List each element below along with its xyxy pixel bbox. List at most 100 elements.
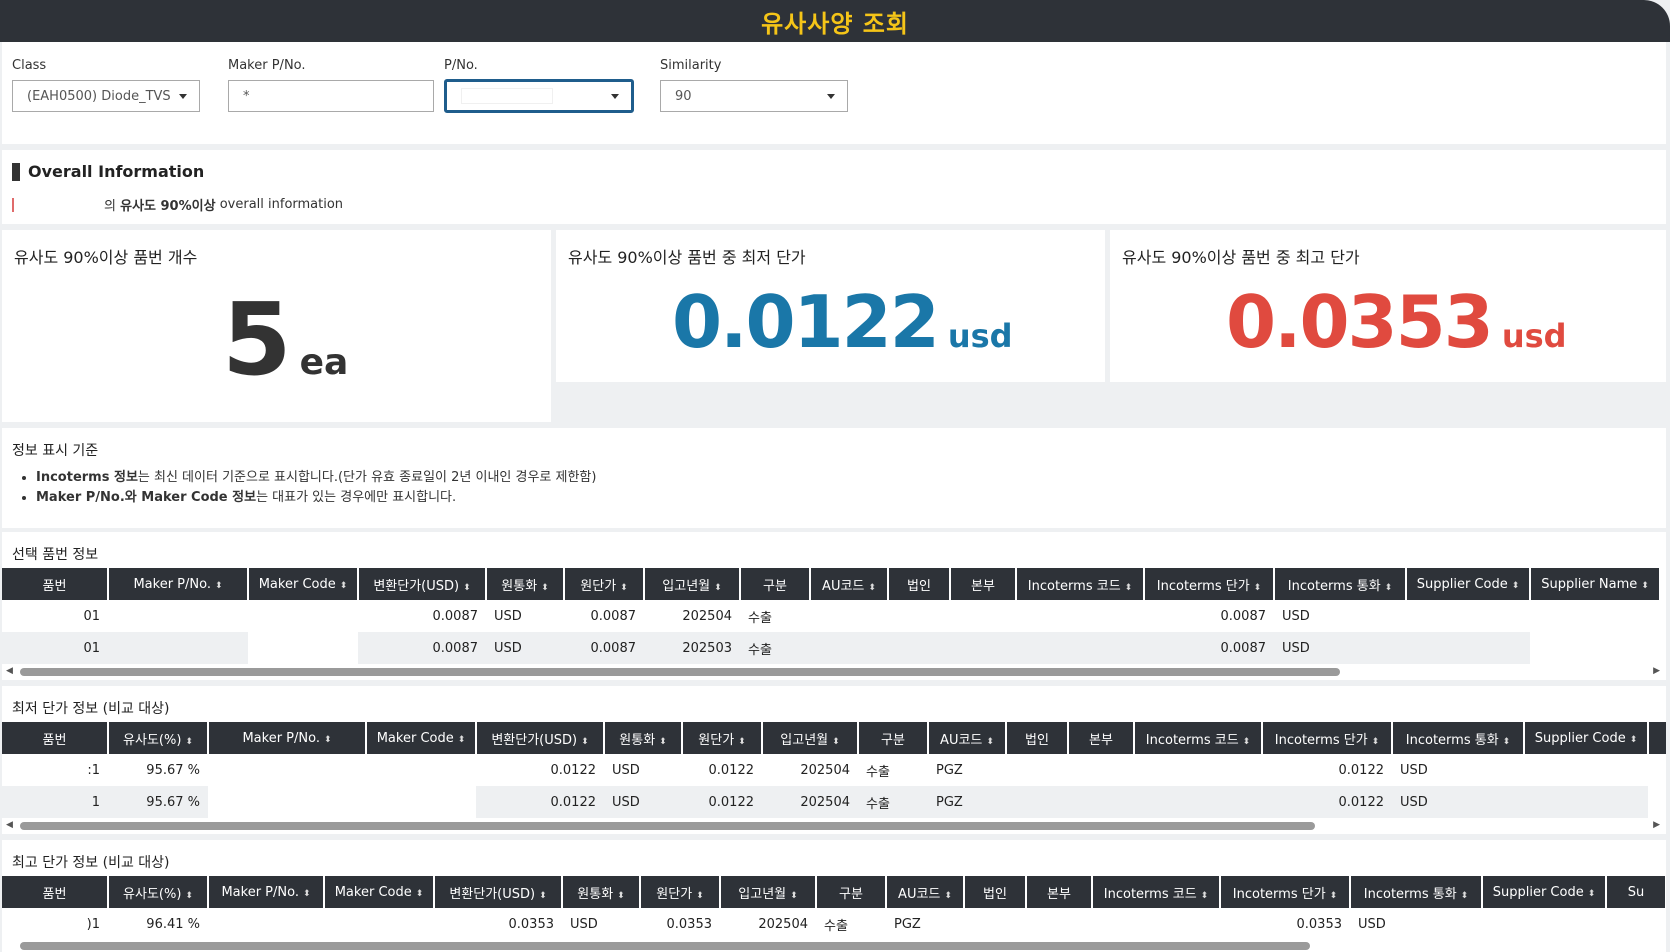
column-header[interactable]: 구분 [858, 722, 929, 754]
column-header[interactable]: 본부 [1068, 722, 1135, 754]
arrow-right-icon[interactable]: ▶ [1653, 666, 1660, 676]
sort-arrows-icon[interactable]: ⬍ [1385, 583, 1393, 593]
sort-arrows-icon[interactable]: ⬍ [1243, 737, 1251, 747]
sort-arrows-icon[interactable]: ⬍ [790, 891, 798, 901]
similarity-select[interactable]: 90 [660, 80, 848, 112]
scrollbar-thumb[interactable] [20, 668, 1340, 676]
column-header[interactable]: AU코드 ⬍ [886, 876, 965, 908]
sort-arrows-icon[interactable]: ⬍ [620, 583, 628, 593]
sort-arrows-icon[interactable]: ⬍ [1372, 737, 1380, 747]
column-header[interactable]: 본부 [1026, 876, 1093, 908]
table-row[interactable]: )1 96.41 % 0.0353 USD 0.0353 202504 수출 PGZ 0.035… [2, 908, 1666, 940]
column-header[interactable]: 품번 [2, 876, 109, 908]
column-header[interactable]: S [1648, 722, 1666, 754]
column-header[interactable]: Maker P/No. ⬍ [108, 568, 249, 600]
column-header[interactable]: Incoterms 코드 ⬍ [1134, 722, 1263, 754]
sort-arrows-icon[interactable]: ⬍ [1641, 581, 1649, 591]
sort-arrows-icon[interactable]: ⬍ [463, 583, 471, 593]
column-header[interactable]: Maker Code ⬍ [248, 568, 359, 600]
column-header[interactable]: 법인 [888, 568, 951, 600]
scrollbar-thumb[interactable] [20, 942, 1310, 950]
arrow-left-icon[interactable]: ◀ [6, 820, 13, 830]
column-header[interactable]: Incoterms 단가 ⬍ [1262, 722, 1393, 754]
sort-arrows-icon[interactable]: ⬍ [1461, 891, 1469, 901]
sort-arrows-icon[interactable]: ⬍ [659, 737, 667, 747]
sort-arrows-icon[interactable]: ⬍ [832, 737, 840, 747]
sort-arrows-icon[interactable]: ⬍ [215, 581, 223, 591]
sort-arrows-icon[interactable]: ⬍ [617, 891, 625, 901]
column-header[interactable]: Supplier Code ⬍ [1482, 876, 1607, 908]
column-header[interactable]: 원단가 ⬍ [564, 568, 645, 600]
horizontal-scrollbar[interactable] [2, 940, 1666, 950]
table-row[interactable]: :1 95.67 % 0.0122 USD 0.0122 202504 수출 PGZ 0.012… [2, 754, 1666, 786]
column-header[interactable]: Su [1606, 876, 1666, 908]
column-header[interactable]: 입고년월 ⬍ [644, 568, 741, 600]
column-header[interactable]: 유사도(%) ⬍ [108, 876, 209, 908]
column-header[interactable]: 품번 [2, 722, 109, 754]
sort-arrows-icon[interactable]: ⬍ [1588, 889, 1596, 899]
column-header[interactable]: 원통화 ⬍ [486, 568, 565, 600]
column-header[interactable]: AU코드 ⬍ [928, 722, 1007, 754]
sort-arrows-icon[interactable]: ⬍ [1330, 891, 1338, 901]
sort-arrows-icon[interactable]: ⬍ [1630, 735, 1638, 745]
sort-arrows-icon[interactable]: ⬍ [1512, 581, 1520, 591]
column-header[interactable]: Incoterms 단가 ⬍ [1144, 568, 1275, 600]
column-header[interactable]: 품번 [2, 568, 109, 600]
sort-arrows-icon[interactable]: ⬍ [986, 737, 994, 747]
column-header[interactable]: 원단가 ⬍ [682, 722, 763, 754]
sort-arrows-icon[interactable]: ⬍ [539, 891, 547, 901]
column-header[interactable]: Incoterms 단가 ⬍ [1220, 876, 1351, 908]
sort-arrows-icon[interactable]: ⬍ [868, 583, 876, 593]
column-header[interactable]: Incoterms 코드 ⬍ [1092, 876, 1221, 908]
pno-select[interactable] [444, 79, 634, 113]
column-header[interactable]: 유사도(%) ⬍ [108, 722, 209, 754]
sort-arrows-icon[interactable]: ⬍ [1503, 737, 1511, 747]
arrow-right-icon[interactable]: ▶ [1653, 820, 1660, 830]
class-select[interactable]: (EAH0500) Diode_TVS [12, 80, 200, 112]
column-header[interactable]: Incoterms 통화 ⬍ [1274, 568, 1407, 600]
table-row[interactable]: 1 95.67 % 0.0122 USD 0.0122 202504 수출 PGZ 0.0122… [2, 786, 1666, 818]
sort-arrows-icon[interactable]: ⬍ [714, 583, 722, 593]
column-header[interactable]: Maker Code ⬍ [324, 876, 435, 908]
column-header[interactable]: 구분 [816, 876, 887, 908]
column-header[interactable]: Supplier Code ⬍ [1524, 722, 1649, 754]
column-header[interactable]: AU코드 ⬍ [810, 568, 889, 600]
column-header[interactable]: Maker Code ⬍ [366, 722, 477, 754]
horizontal-scrollbar[interactable]: ◀ ▶ [2, 818, 1666, 834]
column-header[interactable]: 변환단가(USD) ⬍ [358, 568, 487, 600]
sort-arrows-icon[interactable]: ⬍ [303, 889, 311, 899]
sort-arrows-icon[interactable]: ⬍ [696, 891, 704, 901]
maker-pno-input[interactable]: * [228, 80, 434, 112]
sort-arrows-icon[interactable]: ⬍ [416, 889, 424, 899]
column-header[interactable]: 원통화 ⬍ [604, 722, 683, 754]
sort-arrows-icon[interactable]: ⬍ [944, 891, 952, 901]
column-header[interactable]: 입고년월 ⬍ [720, 876, 817, 908]
table-row[interactable]: 01 0.0087 USD 0.0087 202504 수출 0.0087 USD [2, 600, 1660, 632]
sort-arrows-icon[interactable]: ⬍ [340, 581, 348, 591]
sort-arrows-icon[interactable]: ⬍ [541, 583, 549, 593]
column-header[interactable]: Incoterms 코드 ⬍ [1016, 568, 1145, 600]
column-header[interactable]: 변환단가(USD) ⬍ [476, 722, 605, 754]
scrollbar-thumb[interactable] [20, 822, 1315, 830]
column-header[interactable]: 법인 [964, 876, 1027, 908]
sort-arrows-icon[interactable]: ⬍ [738, 737, 746, 747]
sort-arrows-icon[interactable]: ⬍ [458, 735, 466, 745]
sort-arrows-icon[interactable]: ⬍ [1201, 891, 1209, 901]
sort-arrows-icon[interactable]: ⬍ [324, 735, 332, 745]
column-header[interactable]: 원통화 ⬍ [562, 876, 641, 908]
column-header[interactable]: Maker P/No. ⬍ [208, 722, 367, 754]
column-header[interactable]: Supplier Code ⬍ [1406, 568, 1531, 600]
column-header[interactable]: 법인 [1006, 722, 1069, 754]
sort-arrows-icon[interactable]: ⬍ [1254, 583, 1262, 593]
column-header[interactable]: 입고년월 ⬍ [762, 722, 859, 754]
column-header[interactable]: 구분 [740, 568, 811, 600]
column-header[interactable]: 본부 [950, 568, 1017, 600]
sort-arrows-icon[interactable]: ⬍ [185, 891, 193, 901]
sort-arrows-icon[interactable]: ⬍ [1125, 583, 1133, 593]
column-header[interactable]: 변환단가(USD) ⬍ [434, 876, 563, 908]
horizontal-scrollbar[interactable]: ◀ ▶ [2, 664, 1666, 680]
sort-arrows-icon[interactable]: ⬍ [581, 737, 589, 747]
column-header[interactable]: Incoterms 통화 ⬍ [1392, 722, 1525, 754]
column-header[interactable]: Supplier Name ⬍ [1530, 568, 1661, 600]
column-header[interactable]: 원단가 ⬍ [640, 876, 721, 908]
